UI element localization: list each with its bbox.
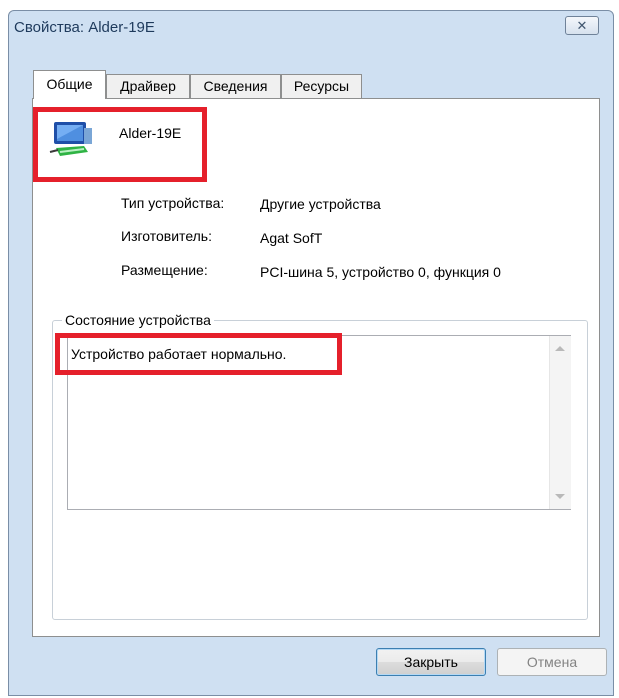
tab-driver[interactable]: Драйвер [106, 74, 190, 98]
location-label: Размещение: [121, 262, 208, 278]
close-button[interactable]: Закрыть [376, 648, 486, 676]
tab-details[interactable]: Сведения [190, 74, 281, 98]
location-value: PCI-шина 5, устройство 0, функция 0 [260, 264, 501, 280]
device-type-value: Другие устройства [260, 196, 381, 212]
manufacturer-value: Agat SofT [260, 230, 323, 246]
window-close-button[interactable]: ✕ [565, 16, 599, 35]
status-scrollbar[interactable] [549, 336, 571, 509]
highlight-device-status [55, 333, 342, 375]
tab-resources-label: Ресурсы [293, 78, 350, 94]
tab-general-label: Общие [46, 76, 93, 92]
highlight-device-name [33, 107, 207, 182]
device-type-label: Тип устройства: [121, 195, 225, 211]
tab-resources[interactable]: Ресурсы [281, 74, 362, 98]
manufacturer-label: Изготовитель: [121, 228, 212, 244]
scroll-up-icon[interactable] [555, 346, 565, 351]
tab-general[interactable]: Общие [33, 70, 106, 99]
device-status-title: Состояние устройства [62, 312, 214, 328]
scroll-down-icon[interactable] [555, 494, 565, 499]
close-icon: ✕ [576, 18, 588, 33]
tab-driver-label: Драйвер [120, 78, 176, 94]
tab-details-label: Сведения [203, 78, 268, 94]
window-title: Свойства: Alder-19E [14, 19, 155, 36]
cancel-button[interactable]: Отмена [497, 648, 607, 676]
